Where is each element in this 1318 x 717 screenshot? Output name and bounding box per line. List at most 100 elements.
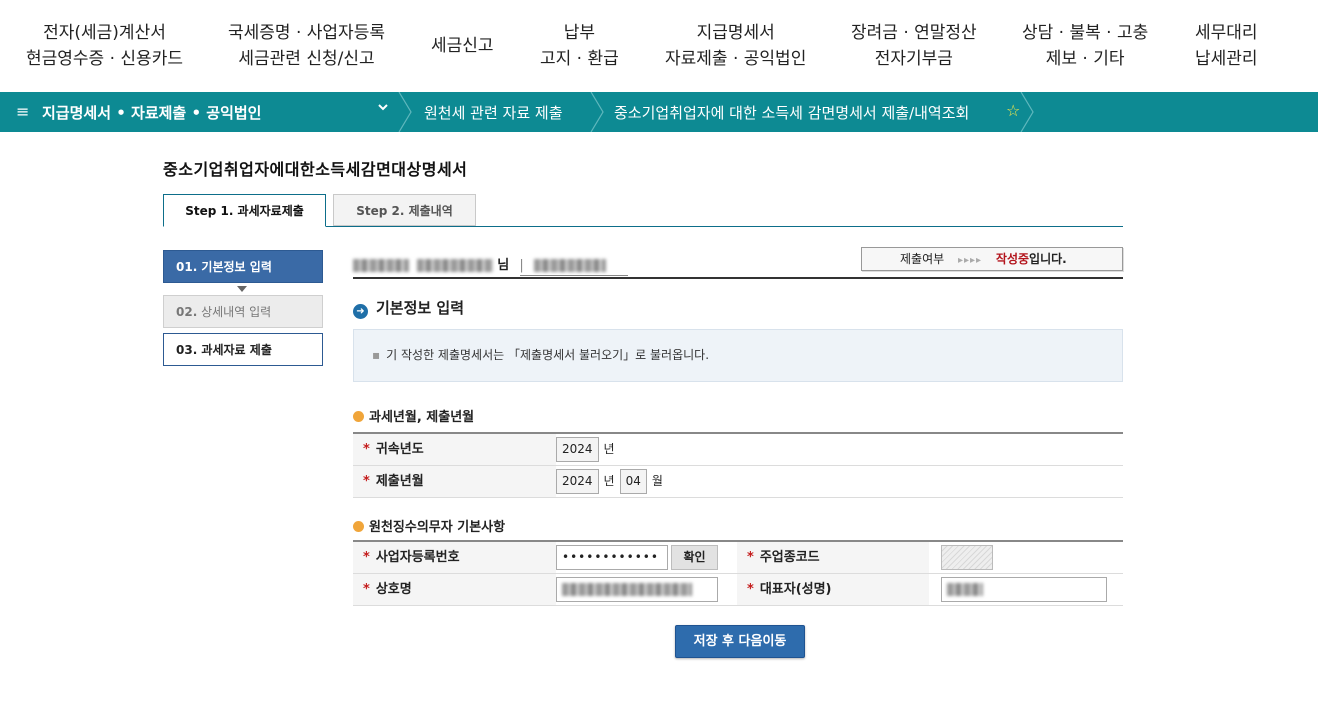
representative-value	[941, 577, 1107, 602]
orange-bullet-icon	[353, 521, 364, 532]
subsection-withholder-title: 원천징수의무자 기본사항	[353, 516, 505, 535]
nav-item-line1: 지급명세서	[696, 23, 775, 43]
period-table: * 귀속년도 2024 년 * 제출년월 2024 년 04 월	[353, 432, 1123, 498]
label-text: 사업자등록번호	[375, 550, 460, 565]
submit-month-input[interactable]: 04	[619, 469, 647, 494]
orange-bullet-icon	[353, 411, 364, 422]
breadcrumb-separator-icon	[398, 92, 412, 132]
user-divider: |	[519, 258, 524, 273]
star-icon[interactable]: ☆	[1006, 101, 1020, 120]
subsection-title-text: 원천징수의무자 기본사항	[369, 520, 506, 535]
arrow-circle-icon: ➜	[353, 304, 368, 319]
nav-item-line2: 세금관련 신청/신고	[238, 49, 375, 69]
step-arrow-icon	[237, 286, 247, 292]
nav-item-line2: 전자기부금	[874, 49, 953, 69]
nav-item-line2: 자료제출 · 공익법인	[665, 49, 807, 69]
attribution-year-value: 2024 년	[556, 437, 620, 462]
nav-item-line1: 세무대리	[1195, 23, 1258, 43]
user-underline	[520, 275, 628, 276]
user-suffix: 님	[497, 258, 510, 273]
label-company-name: * 상호명	[353, 574, 556, 605]
label-representative: * 대표자(성명)	[737, 574, 929, 605]
required-mark: *	[363, 474, 370, 489]
subsection-period-title: 과세년월, 제출년월	[353, 406, 474, 425]
required-mark: *	[747, 550, 754, 565]
nav-item-tax-filing[interactable]: 세금신고	[431, 33, 494, 59]
nav-item-line1: 세금신고	[431, 36, 494, 56]
step-submit[interactable]: 03. 과세자료 제출	[163, 333, 323, 366]
breadcrumb-level1[interactable]: 지급명세서 • 자료제출 • 공익법인	[42, 102, 261, 123]
label-brn: * 사업자등록번호	[353, 542, 556, 573]
company-name-value	[556, 577, 718, 602]
breadcrumb-level3[interactable]: 중소기업취업자에 대한 소득세 감면명세서 제출/내역조회	[614, 102, 969, 123]
submit-month-value: 2024 년 04 월	[556, 469, 668, 494]
bullet-icon: ▪	[372, 348, 381, 362]
page-title: 중소기업취업자에대한소득세감면대상명세서	[163, 160, 468, 179]
user-extra-redacted	[533, 259, 606, 272]
nav-item-certificate[interactable]: 국세증명 · 사업자등록 세금관련 신청/신고	[228, 20, 385, 72]
nav-item-line1: 국세증명 · 사업자등록	[228, 23, 385, 43]
label-text: 귀속년도	[375, 442, 424, 457]
step-basic-info[interactable]: 01. 기본정보 입력	[163, 250, 323, 283]
nav-item-payment[interactable]: 납부 고지 · 환급	[540, 20, 619, 72]
info-text: 기 작성한 제출명세서는 「제출명세서 불러오기」로 불러옵니다.	[386, 348, 710, 362]
required-mark: *	[747, 582, 754, 597]
nav-item-line2: 현금영수증 · 신용카드	[26, 49, 183, 69]
nav-item-agent[interactable]: 세무대리 납세관리	[1195, 20, 1258, 72]
tab-step1[interactable]: Step 1. 과세자료제출	[163, 194, 326, 227]
nav-item-line2: 고지 · 환급	[540, 49, 619, 69]
status-label: 제출여부	[900, 252, 945, 266]
nav-item-line2: 제보 · 기타	[1045, 49, 1125, 69]
nav-item-incentive[interactable]: 장려금 · 연말정산 전자기부금	[851, 20, 977, 72]
required-mark: *	[363, 442, 370, 457]
header-divider	[353, 277, 1123, 279]
label-attribution-year: * 귀속년도	[353, 434, 556, 465]
section-title-text: 기본정보 입력	[376, 299, 465, 317]
info-notice: ▪ 기 작성한 제출명세서는 「제출명세서 불러오기」로 불러옵니다.	[353, 329, 1123, 382]
step-tabs: Step 1. 과세자료제출 Step 2. 제출내역	[163, 194, 1123, 227]
step-label: 상세내역 입력	[201, 305, 272, 319]
representative-input[interactable]	[941, 577, 1107, 602]
table-row: * 귀속년도 2024 년	[353, 434, 1123, 466]
user-id-redacted	[353, 259, 409, 272]
table-row: * 제출년월 2024 년 04 월	[353, 466, 1123, 498]
nav-item-line1: 상담 · 불복 · 고충	[1022, 23, 1149, 43]
table-row: * 사업자등록번호 •••••••••••• 확인 * 주업종코드	[353, 542, 1123, 574]
nav-item-line1: 전자(세금)계산서	[43, 23, 166, 43]
attribution-year-input[interactable]: 2024	[556, 437, 599, 462]
save-next-button[interactable]: 저장 후 다음이동	[675, 625, 805, 658]
brn-input[interactable]: ••••••••••••	[556, 545, 668, 570]
company-name-redacted	[562, 583, 692, 596]
submission-status: 제출여부 ▸▸▸▸ 작성중입니다.	[861, 247, 1123, 271]
month-unit: 월	[651, 474, 663, 488]
status-state: 작성중	[995, 252, 1030, 266]
arrow-icon: ▸▸▸▸	[958, 255, 983, 266]
label-text: 제출년월	[375, 474, 424, 489]
nav-item-consult[interactable]: 상담 · 불복 · 고충 제보 · 기타	[1022, 20, 1148, 72]
label-text: 대표자(성명)	[759, 582, 832, 597]
nav-item-line1: 장려금 · 연말정산	[851, 23, 977, 43]
nav-item-e-invoice[interactable]: 전자(세금)계산서 현금영수증 · 신용카드	[26, 20, 183, 72]
breadcrumb-level2[interactable]: 원천세 관련 자료 제출	[424, 102, 563, 123]
representative-redacted	[947, 583, 983, 596]
chevron-down-icon[interactable]	[377, 101, 389, 117]
year-unit: 년	[603, 442, 615, 456]
top-navigation: 전자(세금)계산서 현금영수증 · 신용카드 국세증명 · 사업자등록 세금관련…	[0, 0, 1318, 92]
breadcrumb: ≡ 지급명세서 • 자료제출 • 공익법인 원천세 관련 자료 제출 중소기업취…	[0, 92, 1318, 132]
company-name-input[interactable]	[556, 577, 718, 602]
step-number: 02.	[176, 305, 198, 319]
tab-step2[interactable]: Step 2. 제출내역	[333, 194, 476, 226]
menu-icon[interactable]: ≡	[16, 102, 29, 121]
nav-item-payment-statement[interactable]: 지급명세서 자료제출 · 공익법인	[665, 20, 806, 72]
confirm-button[interactable]: 확인	[671, 545, 718, 570]
subsection-title-text: 과세년월, 제출년월	[369, 410, 475, 425]
user-info: 님 |	[353, 254, 606, 273]
submit-year-input[interactable]: 2024	[556, 469, 599, 494]
status-suffix: 입니다.	[1029, 252, 1067, 266]
breadcrumb-separator-icon	[1020, 92, 1034, 132]
breadcrumb-separator-icon	[590, 92, 604, 132]
label-submit-month: * 제출년월	[353, 466, 556, 497]
label-industry-code: * 주업종코드	[737, 542, 929, 573]
required-mark: *	[363, 550, 370, 565]
step-detail-input[interactable]: 02. 상세내역 입력	[163, 295, 323, 328]
